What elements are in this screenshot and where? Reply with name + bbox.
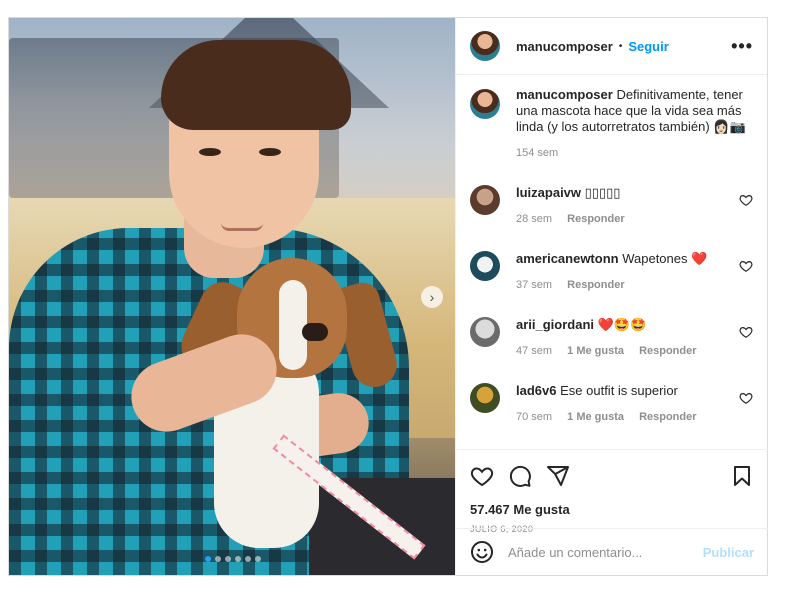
avatar[interactable] — [470, 383, 500, 413]
comment-likes[interactable]: 1 Me gusta — [567, 411, 624, 423]
heart-icon[interactable] — [739, 391, 753, 405]
heart-icon[interactable] — [470, 464, 494, 488]
photo-subject-eye — [199, 148, 221, 156]
reply-button[interactable]: Responder — [639, 411, 696, 423]
list-item: luizapaivw ▯▯▯▯▯ 28 sem Responder — [470, 185, 753, 227]
comment-text: ▯▯▯▯▯ — [584, 185, 621, 200]
heart-icon[interactable] — [739, 325, 753, 339]
comment-body: americanewtonn Wapetones ❤️ 37 sem Respo… — [516, 251, 707, 293]
comment-text: Ese outfit is superior — [560, 383, 678, 398]
author-username[interactable]: manucomposer — [516, 39, 613, 54]
comment-meta: 47 sem 1 Me gusta Responder — [516, 343, 709, 359]
post-side-panel: manucomposer • Seguir ••• manucomposer D… — [455, 18, 768, 575]
emoji-icon[interactable] — [470, 540, 494, 564]
add-comment-bar: Publicar — [456, 528, 768, 575]
comment-username[interactable]: americanewtonn — [516, 251, 619, 266]
comment-icon[interactable] — [508, 464, 532, 488]
publish-button[interactable]: Publicar — [703, 545, 754, 560]
carousel-dot — [255, 556, 261, 562]
comment-username[interactable]: luizapaivw — [516, 185, 581, 200]
reply-button[interactable]: Responder — [567, 279, 624, 291]
comment-body: arii_giordani ❤️🤩🤩 47 sem 1 Me gusta Res… — [516, 317, 709, 359]
action-icons — [470, 464, 754, 488]
comment-meta: 37 sem Responder — [516, 277, 707, 293]
comment-likes[interactable]: 1 Me gusta — [567, 345, 624, 357]
list-item: arii_giordani ❤️🤩🤩 47 sem 1 Me gusta Res… — [470, 317, 753, 359]
comment-username[interactable]: arii_giordani — [516, 317, 594, 332]
caption-body: manucomposer Definitivamente, tener una … — [516, 87, 753, 161]
photo-dog-blaze — [279, 280, 307, 370]
heart-icon[interactable] — [739, 259, 753, 273]
comment-text: Wapetones ❤️ — [622, 251, 708, 266]
caption-username[interactable]: manucomposer — [516, 87, 613, 102]
comment-text: ❤️🤩🤩 — [597, 317, 647, 332]
comment-meta: 70 sem 1 Me gusta Responder — [516, 409, 709, 425]
photo-dog-nose — [302, 323, 328, 341]
caption-time[interactable]: 154 sem — [516, 147, 558, 159]
comment-time[interactable]: 70 sem — [516, 411, 552, 423]
comment-body: luizapaivw ▯▯▯▯▯ 28 sem Responder — [516, 185, 637, 227]
comment-time[interactable]: 37 sem — [516, 279, 552, 291]
separator-dot: • — [618, 40, 623, 52]
avatar[interactable] — [470, 31, 500, 61]
avatar[interactable] — [470, 89, 500, 119]
bookmark-icon[interactable] — [730, 464, 754, 488]
comment-body: lad6v6 Ese outfit is superior 70 sem 1 M… — [516, 383, 709, 425]
carousel-dot — [205, 556, 211, 562]
avatar[interactable] — [470, 317, 500, 347]
carousel-dot — [235, 556, 241, 562]
reply-button[interactable]: Responder — [639, 345, 696, 357]
avatar[interactable] — [470, 251, 500, 281]
share-icon[interactable] — [546, 464, 570, 488]
post-photo[interactable]: › — [9, 18, 455, 575]
comment-meta: 28 sem Responder — [516, 211, 637, 227]
comments-list[interactable]: manucomposer Definitivamente, tener una … — [456, 75, 767, 435]
follow-button[interactable]: Seguir — [628, 39, 668, 54]
carousel-dot — [225, 556, 231, 562]
carousel-dot — [215, 556, 221, 562]
comment-time[interactable]: 28 sem — [516, 213, 552, 225]
carousel-next-button[interactable]: › — [421, 286, 443, 308]
post-card: › manucomposer • Seguir ••• manucomposer… — [8, 17, 768, 576]
reply-button[interactable]: Responder — [567, 213, 624, 225]
avatar[interactable] — [470, 185, 500, 215]
list-item: americanewtonn Wapetones ❤️ 37 sem Respo… — [470, 251, 753, 293]
photo-subject-hair — [161, 40, 351, 130]
post-actions: 57.467 Me gusta JULIO 6, 2020 — [456, 449, 768, 534]
comment-time[interactable]: 47 sem — [516, 345, 552, 357]
caption-meta: 154 sem — [516, 145, 753, 161]
list-item: lad6v6 Ese outfit is superior 70 sem 1 M… — [470, 383, 753, 425]
carousel-indicator — [205, 556, 261, 562]
comment-input[interactable] — [508, 544, 703, 560]
caption: manucomposer Definitivamente, tener una … — [470, 87, 753, 161]
photo-subject-mouth — [221, 223, 263, 231]
photo-subject-eye — [259, 148, 281, 156]
more-options-icon[interactable]: ••• — [731, 36, 753, 57]
comment-username[interactable]: lad6v6 — [516, 383, 556, 398]
likes-count[interactable]: 57.467 Me gusta — [470, 502, 754, 517]
post-header: manucomposer • Seguir ••• — [456, 18, 767, 75]
chevron-right-icon: › — [429, 289, 435, 305]
heart-icon[interactable] — [739, 193, 753, 207]
carousel-dot — [245, 556, 251, 562]
